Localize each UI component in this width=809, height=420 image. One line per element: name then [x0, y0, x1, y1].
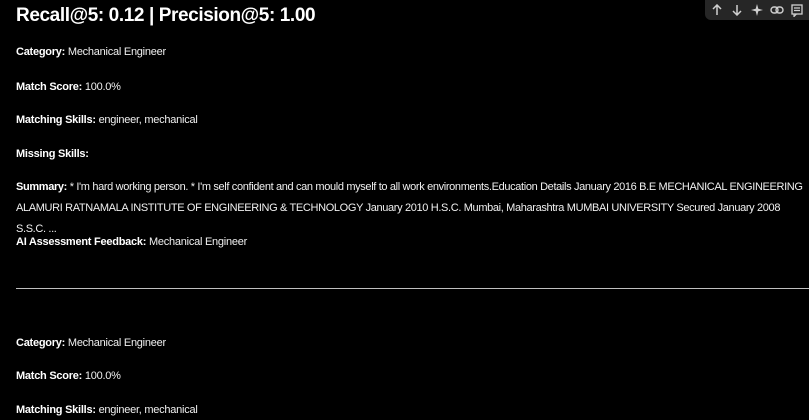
- feedback-line: AI Assessment Feedback: Mechanical Engin…: [16, 232, 247, 252]
- page-title: Recall@5: 0.12 | Precision@5: 1.00: [16, 5, 316, 26]
- link-icon[interactable]: [768, 1, 786, 19]
- section-divider: [16, 288, 809, 289]
- feedback-value: Mechanical Engineer: [149, 236, 247, 248]
- category-label: Category:: [16, 337, 66, 349]
- notes-icon[interactable]: [788, 1, 806, 19]
- matching-skills-line: Matching Skills: engineer, mechanical: [16, 110, 198, 130]
- category-value: Mechanical Engineer: [67, 46, 166, 58]
- matching-skills-label: Matching Skills:: [16, 114, 96, 126]
- matching-skills-value: engineer, mechanical: [98, 404, 198, 416]
- match-score-value: 100.0%: [84, 370, 121, 382]
- category-line: Category: Mechanical Engineer: [16, 333, 166, 353]
- matching-skills-label: Matching Skills:: [16, 404, 96, 416]
- summary-block: Summary: * I'm hard working person. * I'…: [16, 177, 806, 240]
- sparkle-icon[interactable]: [748, 1, 766, 19]
- category-label: Category:: [16, 46, 66, 58]
- matching-skills-line: Matching Skills: engineer, mechanical: [16, 400, 198, 420]
- match-score-line: Match Score: 100.0%: [16, 77, 121, 97]
- match-score-label: Match Score:: [16, 81, 83, 93]
- category-line: Category: Mechanical Engineer: [16, 42, 166, 62]
- element-toolbar: [705, 0, 809, 20]
- match-score-label: Match Score:: [16, 370, 83, 382]
- match-score-line: Match Score: 100.0%: [16, 366, 121, 386]
- category-value: Mechanical Engineer: [67, 337, 166, 349]
- arrow-down-icon[interactable]: [728, 1, 746, 19]
- arrow-up-icon[interactable]: [708, 1, 726, 19]
- missing-skills-line: Missing Skills:: [16, 144, 89, 164]
- summary-text: * I'm hard working person. * I'm self co…: [16, 181, 803, 235]
- missing-skills-label: Missing Skills:: [16, 148, 89, 160]
- feedback-label: AI Assessment Feedback:: [16, 236, 147, 248]
- matching-skills-value: engineer, mechanical: [98, 114, 198, 126]
- match-score-value: 100.0%: [84, 81, 121, 93]
- results-page: Recall@5: 0.12 | Precision@5: 1.00 Categ…: [0, 0, 809, 420]
- summary-label: Summary:: [16, 181, 67, 193]
